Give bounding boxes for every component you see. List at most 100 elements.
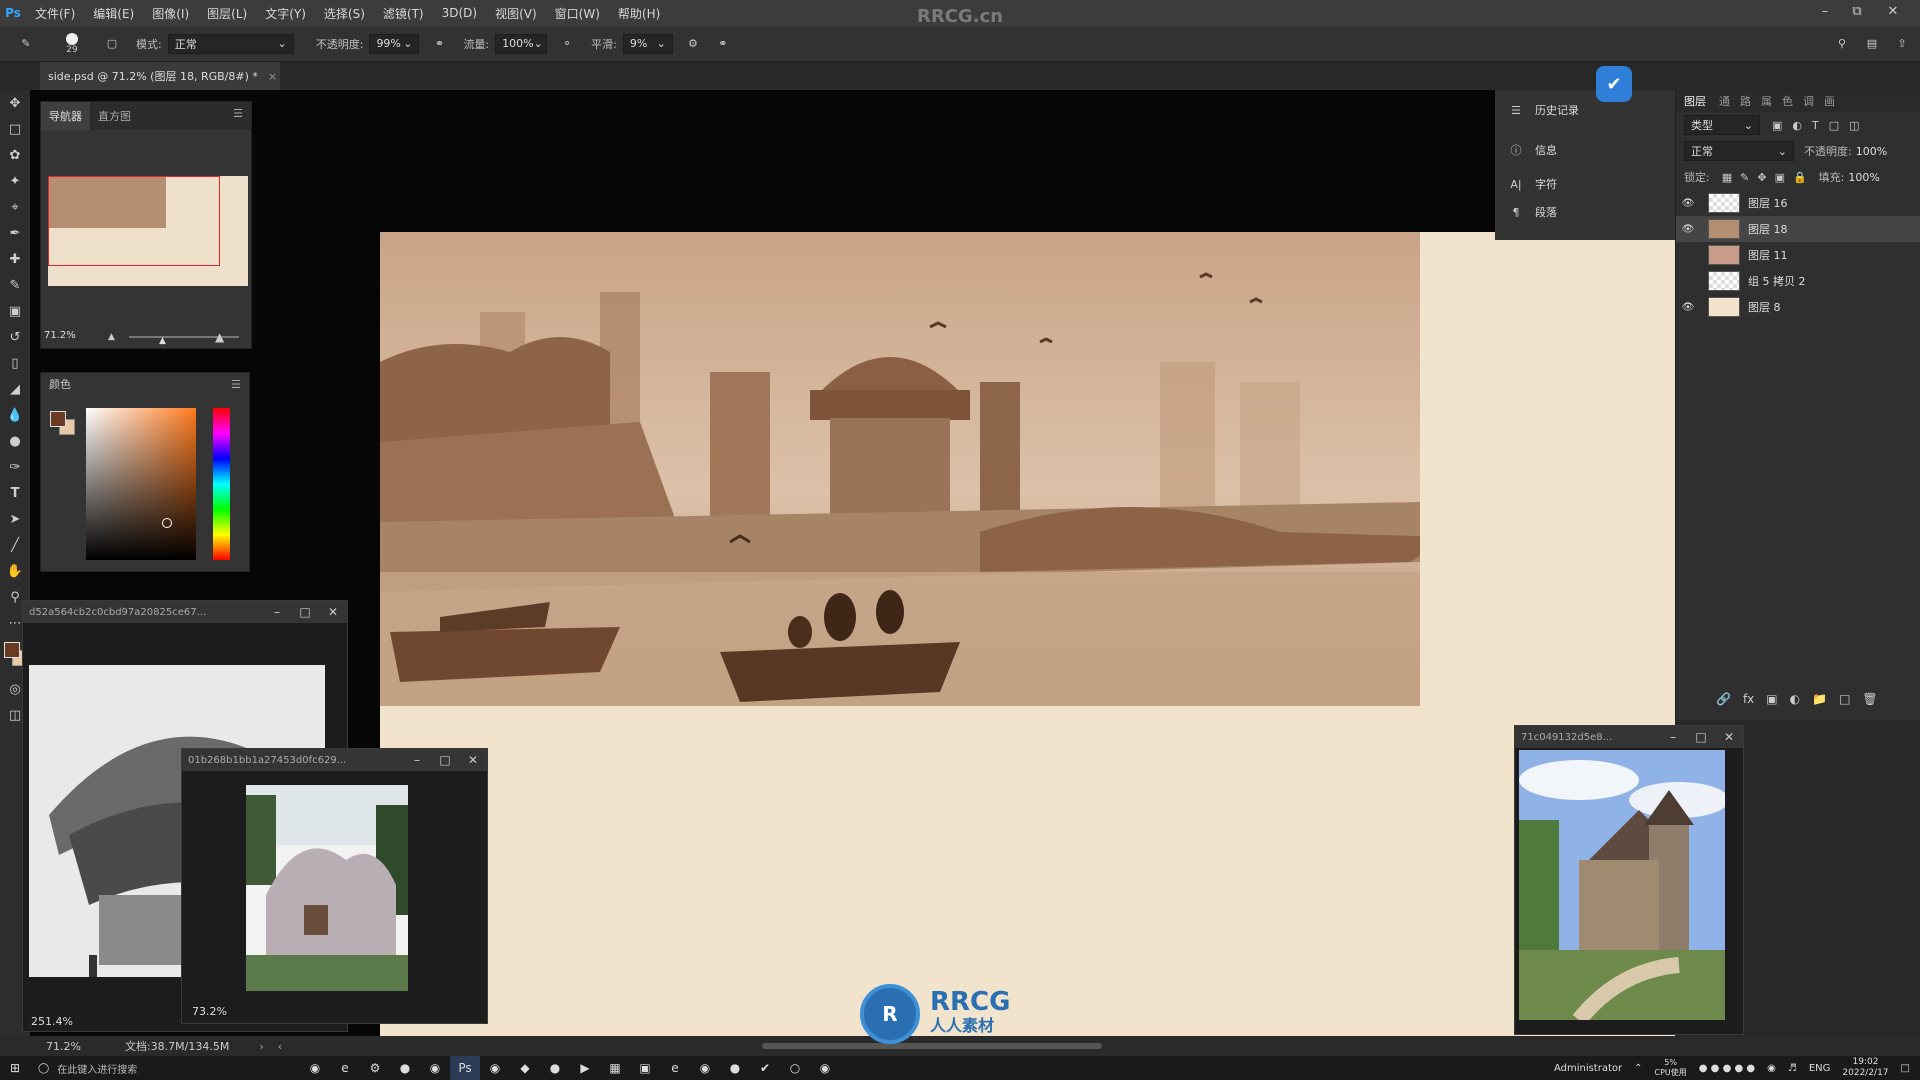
app-icon[interactable]: ✔ <box>750 1056 780 1080</box>
flow-field[interactable]: 100% ⌄ <box>495 33 548 54</box>
mode-select[interactable]: 正常 ⌄ <box>167 33 294 54</box>
layer-row[interactable]: 图层 11 <box>1676 242 1920 268</box>
tab-adjustments[interactable]: 调 <box>1798 93 1819 109</box>
eyedropper-icon[interactable]: ✒ <box>0 220 30 246</box>
app-icon[interactable]: ○ <box>780 1056 810 1080</box>
status-expand-icon[interactable]: › <box>259 1040 263 1053</box>
edge-icon[interactable]: e <box>660 1056 690 1080</box>
filter-shape-icon[interactable]: □ <box>1829 119 1839 132</box>
clock[interactable]: 19:02 2022/2/17 <box>1842 1057 1888 1079</box>
close-icon[interactable]: ✕ <box>459 753 487 767</box>
tab-paths[interactable]: 路 <box>1735 93 1756 109</box>
tray-icons[interactable]: ● ● ● ● ● <box>1699 1063 1755 1074</box>
brush-icon[interactable]: ✎ <box>0 272 30 298</box>
close-icon[interactable]: ✕ <box>1715 730 1743 744</box>
lock-artboard-icon[interactable]: ▣ <box>1775 171 1785 184</box>
tab-layers[interactable]: 图层 <box>1676 93 1714 109</box>
reference-window-3-titlebar[interactable]: 71c049132d5e8... – □ ✕ <box>1515 726 1743 748</box>
workspace-icon[interactable]: ▤ <box>1862 34 1882 54</box>
add-mask-icon[interactable]: ▣ <box>1766 692 1777 706</box>
layer-opacity-value[interactable]: 100% <box>1856 145 1887 158</box>
share-icon[interactable]: ⇧ <box>1892 34 1912 54</box>
link-layers-icon[interactable]: 🔗 <box>1716 692 1731 706</box>
lock-all-icon[interactable]: 🔒 <box>1793 171 1807 184</box>
tab-color[interactable]: 色 <box>1777 93 1798 109</box>
filter-type-icon[interactable]: T <box>1812 119 1819 132</box>
lasso-icon[interactable]: ✿ <box>0 142 30 168</box>
menu-layer[interactable]: 图层(L) <box>198 5 256 22</box>
steam-icon[interactable]: ⚙ <box>360 1056 390 1080</box>
menu-help[interactable]: 帮助(H) <box>609 5 669 22</box>
search-icon[interactable]: ⚲ <box>1832 34 1852 54</box>
layer-row[interactable]: 👁 图层 16 <box>1676 190 1920 216</box>
minimize-icon[interactable]: – <box>403 753 431 767</box>
fill-value[interactable]: 100% <box>1848 171 1879 184</box>
user-name[interactable]: Administrator <box>1554 1063 1622 1074</box>
layer-row-selected[interactable]: 👁 图层 18 <box>1676 216 1920 242</box>
floating-app-icon[interactable]: ✔ <box>1596 66 1632 102</box>
volume-icon[interactable]: ♬ <box>1788 1063 1797 1074</box>
close-icon[interactable]: ✕ <box>1876 0 1910 22</box>
qq-icon[interactable]: ◉ <box>690 1056 720 1080</box>
new-group-icon[interactable]: 📁 <box>1812 692 1827 706</box>
gradient-icon[interactable]: ◢ <box>0 376 30 402</box>
smooth-field[interactable]: 9% ⌄ <box>622 33 673 54</box>
dock-item-character[interactable]: A| 字符 <box>1495 170 1675 198</box>
marquee-icon[interactable]: □ <box>0 116 30 142</box>
reference-window-1-titlebar[interactable]: d52a564cb2c0cbd97a20825ce67... – □ ✕ <box>23 601 347 623</box>
visibility-eye-icon[interactable]: 👁 <box>1676 302 1700 313</box>
layer-row[interactable]: 组 5 拷贝 2 <box>1676 268 1920 294</box>
menu-edit[interactable]: 编辑(E) <box>84 5 143 22</box>
color-picker-cursor[interactable] <box>162 518 172 528</box>
brush-preset-picker[interactable]: 29 <box>52 32 92 55</box>
stamp-icon[interactable]: ▣ <box>0 298 30 324</box>
cpu-meter[interactable]: 5% CPU使用 <box>1655 1058 1687 1078</box>
app-icon[interactable]: ● <box>390 1056 420 1080</box>
lock-paint-icon[interactable]: ✎ <box>1740 171 1749 184</box>
document-tab[interactable]: side.psd @ 71.2% (图层 18, RGB/8#) * × <box>40 62 280 90</box>
visibility-eye-icon[interactable]: 👁 <box>1676 224 1700 235</box>
dodge-icon[interactable]: ● <box>0 428 30 454</box>
panel-menu-icon[interactable]: ☰ <box>225 102 251 130</box>
foreground-color-swatch[interactable] <box>50 411 66 427</box>
crop-icon[interactable]: ⌖ <box>0 194 30 220</box>
close-icon[interactable]: ✕ <box>319 605 347 619</box>
navigator-thumbnail[interactable] <box>48 176 248 286</box>
hand-icon[interactable]: ✋ <box>0 558 30 584</box>
menu-image[interactable]: 图像(I) <box>143 5 198 22</box>
layer-row[interactable]: 👁 图层 8 <box>1676 294 1920 320</box>
media-player-icon[interactable]: ▶ <box>570 1056 600 1080</box>
filter-adjust-icon[interactable]: ◐ <box>1792 119 1802 132</box>
menu-file[interactable]: 文件(F) <box>26 5 84 22</box>
foreground-swatch[interactable] <box>4 642 20 658</box>
history-brush-icon[interactable]: ↺ <box>0 324 30 350</box>
pressure-opacity-icon[interactable]: ⚭ <box>429 34 449 54</box>
visual-studio-icon[interactable]: ◆ <box>510 1056 540 1080</box>
photoshop-taskbar-icon[interactable]: Ps <box>450 1056 480 1080</box>
move-icon[interactable]: ✥ <box>0 90 30 116</box>
network-icon[interactable]: ◉ <box>1767 1063 1776 1074</box>
restore-icon[interactable]: ⧉ <box>1840 0 1874 22</box>
calculator-icon[interactable]: ▦ <box>600 1056 630 1080</box>
fx-icon[interactable]: fx <box>1743 692 1754 706</box>
chrome-icon[interactable]: ◉ <box>300 1056 330 1080</box>
lock-transparent-icon[interactable]: ▦ <box>1722 171 1732 184</box>
tray-expand-icon[interactable]: ⌃ <box>1634 1063 1642 1074</box>
maximize-icon[interactable]: □ <box>431 753 459 767</box>
ie-icon[interactable]: e <box>330 1056 360 1080</box>
gear-icon[interactable]: ⚙ <box>683 34 703 54</box>
menu-3d[interactable]: 3D(D) <box>433 6 486 20</box>
record-icon[interactable]: ◉ <box>810 1056 840 1080</box>
tab-channels[interactable]: 通 <box>1714 93 1735 109</box>
dock-item-info[interactable]: ⓘ 信息 <box>1495 130 1675 170</box>
line-icon[interactable]: ╱ <box>0 532 30 558</box>
menu-view[interactable]: 视图(V) <box>486 5 546 22</box>
opacity-field[interactable]: 99% ⌄ <box>369 33 420 54</box>
close-tab-icon[interactable]: × <box>268 70 277 83</box>
app-icon[interactable]: ● <box>540 1056 570 1080</box>
tab-properties[interactable]: 属 <box>1756 93 1777 109</box>
pressure-size-icon[interactable]: ⚭ <box>713 34 733 54</box>
minimize-icon[interactable]: – <box>1808 0 1842 22</box>
menu-type[interactable]: 文字(Y) <box>256 5 315 22</box>
zoom-slider-handle[interactable]: ▲ <box>159 336 166 346</box>
